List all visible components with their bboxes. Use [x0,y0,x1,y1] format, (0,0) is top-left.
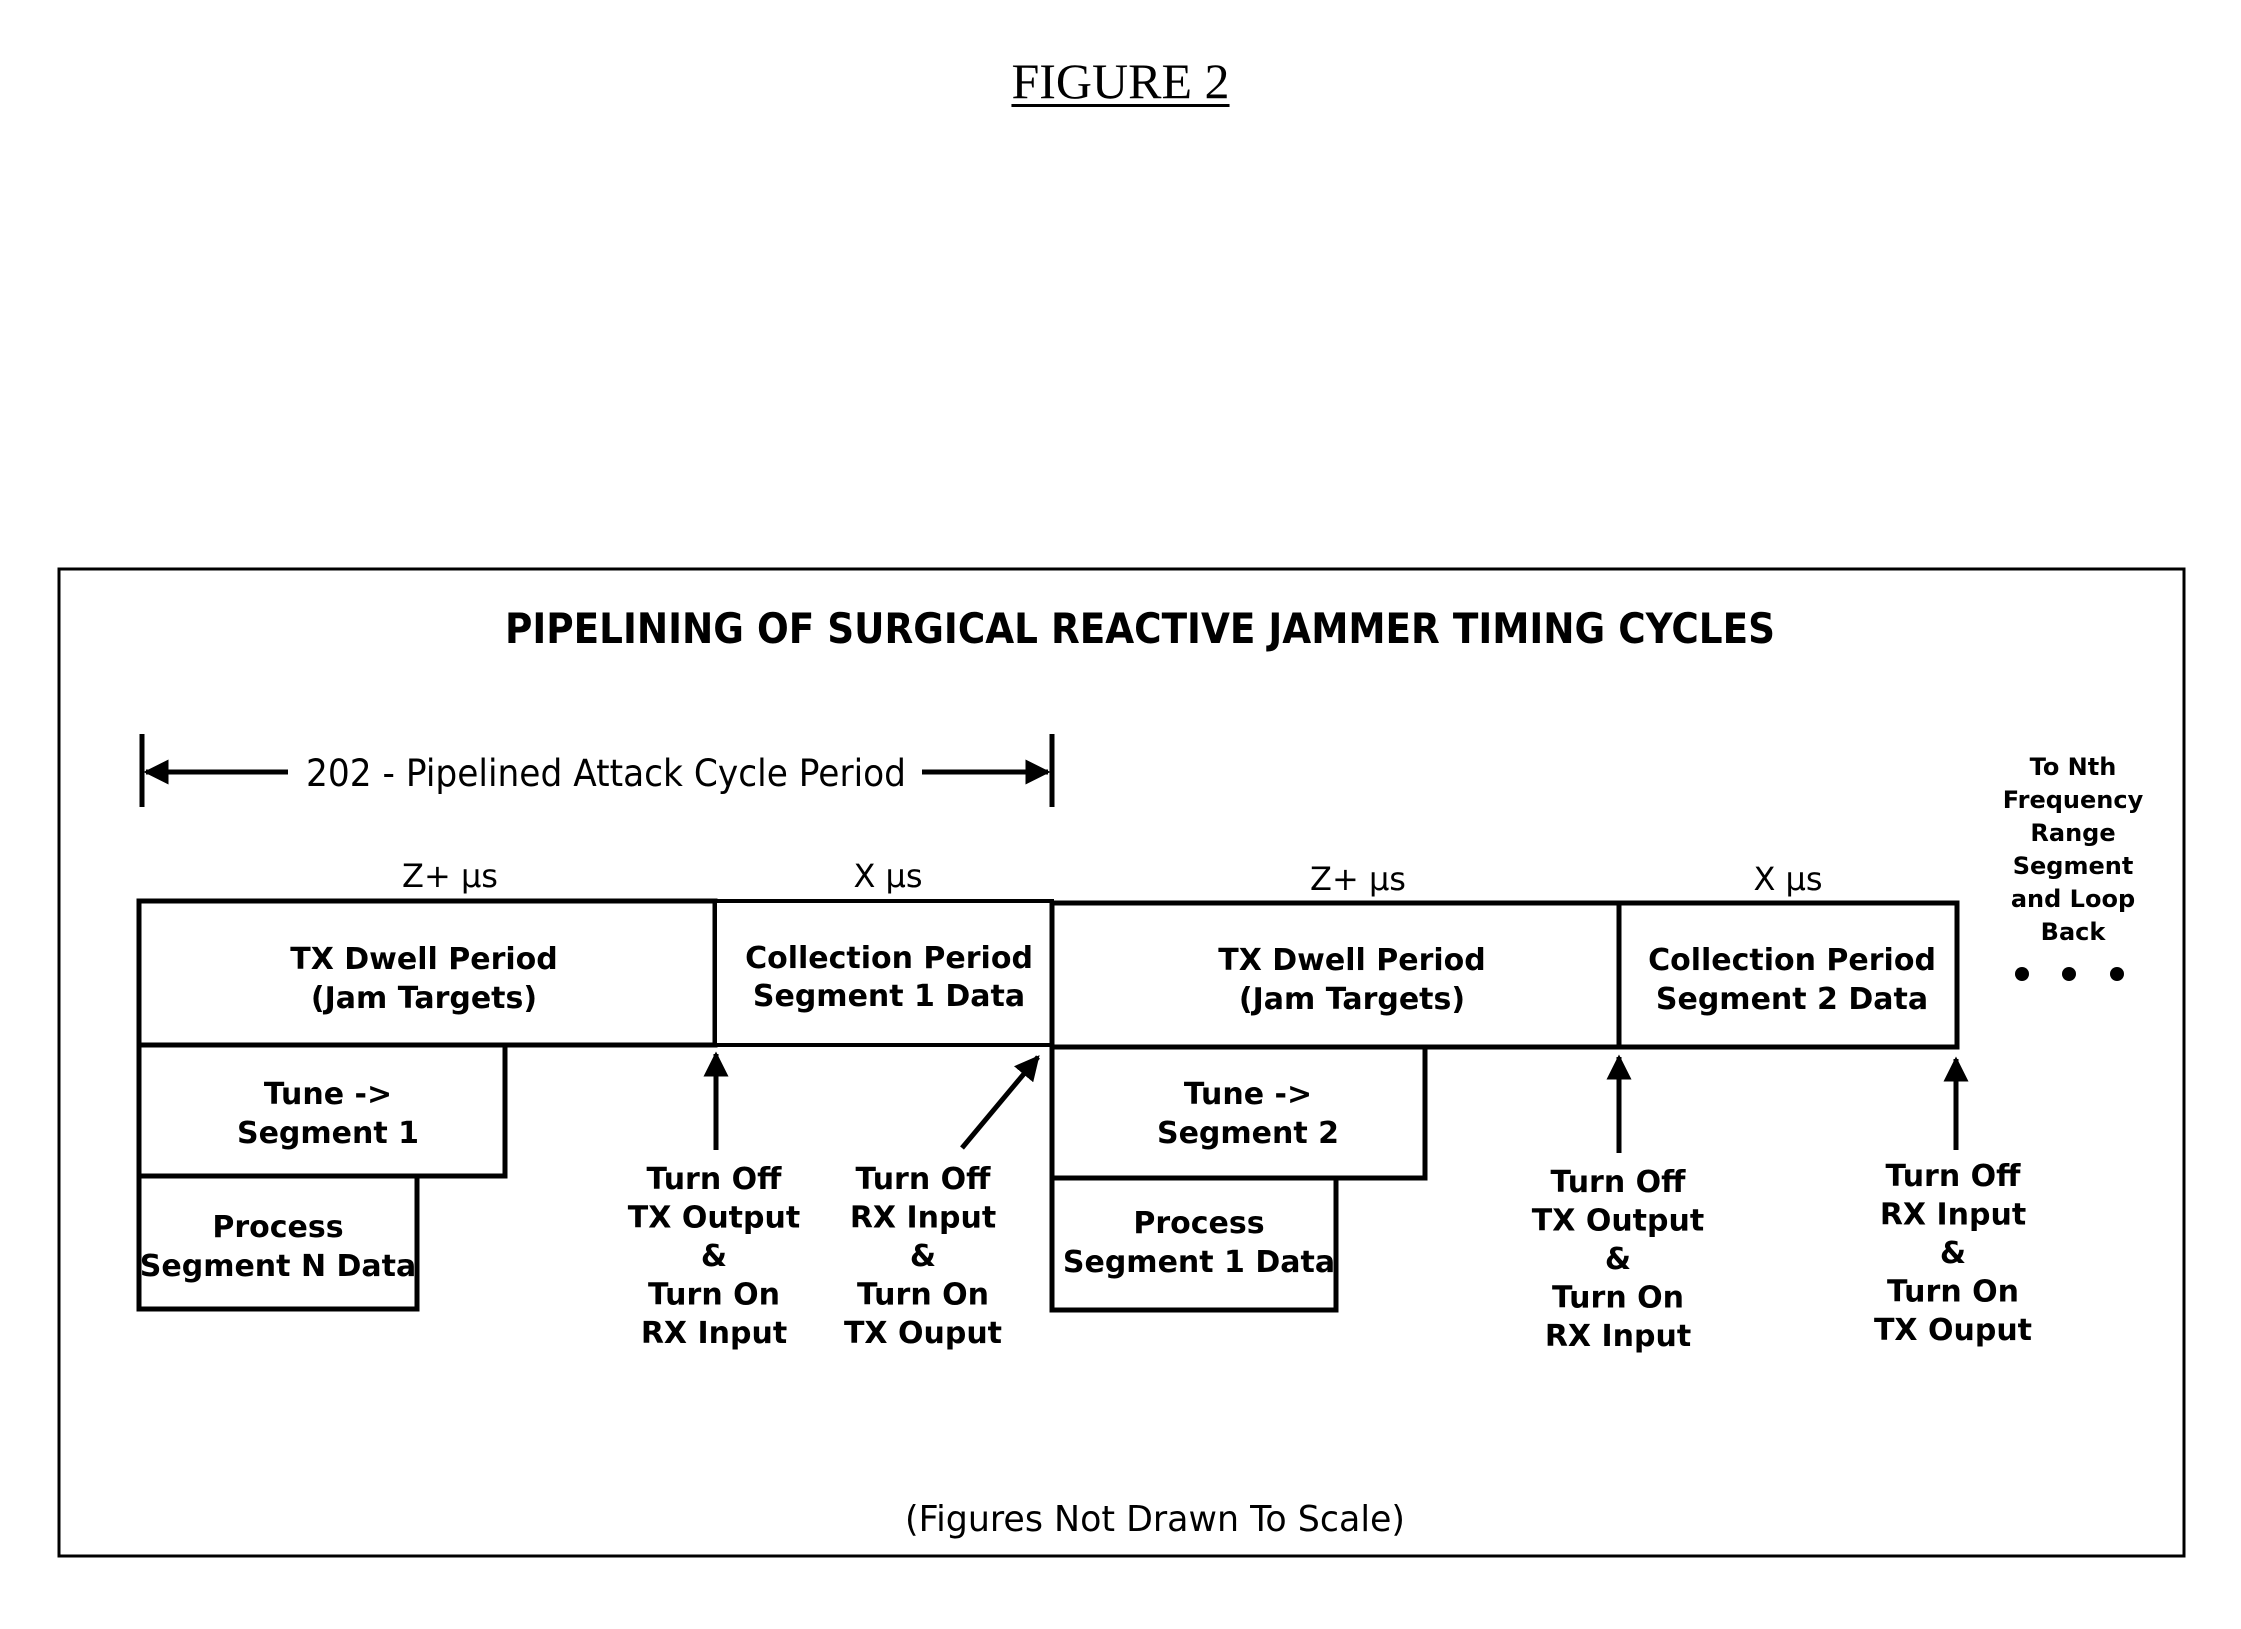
tune-segment-2-line2: Segment 2 [1157,1116,1339,1151]
ellipsis-dots [2015,967,2124,981]
event-label-2: Turn Off RX Input& Turn OnTX Ouput [844,1162,1002,1351]
event-label-3-line: RX Input [1545,1319,1691,1354]
process-segment-1-line1: Process [1133,1206,1264,1241]
process-segment-1-box [1049,1175,1339,1313]
ellipsis-dot [2015,967,2029,981]
event-label-2-line: & [910,1239,936,1274]
timing-diagram: PIPELINING OF SURGICAL REACTIVE JAMMER T… [57,567,2186,1558]
event-label-2-line: Turn Off [856,1162,992,1197]
continuation-note: To Nth Frequency Range Segment and Loop Back [2003,753,2144,946]
process-segment-n-line2: Segment N Data [140,1249,416,1284]
event-label-4-line: TX Ouput [1874,1313,2032,1348]
event-label-4-line: RX Input [1880,1198,2026,1233]
event-label-4-line: Turn Off [1886,1159,2022,1194]
diagram-title: PIPELINING OF SURGICAL REACTIVE JAMMER T… [505,604,1775,653]
event-label-3-line: Turn Off [1551,1165,1687,1200]
event-label-3: Turn Off TX Output& Turn OnRX Input [1532,1165,1704,1354]
sub-box-tune-segment-1: Tune -> Segment 1 [136,1042,508,1179]
tune-segment-2-line1: Tune -> [1184,1077,1312,1112]
tune-segment-1-line1: Tune -> [264,1077,392,1112]
event-2-arrow-icon [960,1055,1040,1150]
event-label-1-line: Turn Off [647,1162,783,1197]
sub-box-tune-segment-2: Tune -> Segment 2 [1049,1044,1428,1181]
event-label-1-line: TX Output [628,1201,800,1236]
event-label-1-line: & [701,1239,727,1274]
event-label-1-line: RX Input [641,1316,787,1351]
segment-tx-dwell-2-line1: TX Dwell Period [1218,943,1486,978]
segment-collection-1-line2: Segment 1 Data [753,979,1025,1014]
event-label-1-line: Turn On [648,1278,780,1313]
process-segment-n-line1: Process [212,1210,343,1245]
timeline-bar: TX Dwell Period (Jam Targets) Collection… [136,898,1960,1050]
segment-collection-1-line1: Collection Period [745,941,1033,976]
process-segment-1-line2: Segment 1 Data [1063,1245,1335,1280]
event-label-4-line: Turn On [1887,1275,2019,1310]
continuation-note-line: and Loop [2011,885,2135,913]
event-label-4-line: & [1940,1236,1966,1271]
tune-segment-1-line2: Segment 1 [237,1116,419,1151]
duration-label-tx2: Z+ µs [1310,860,1406,898]
segment-collection-2-line1: Collection Period [1648,943,1936,978]
event-label-3-line: Turn On [1552,1281,1684,1316]
duration-label-tx1: Z+ µs [402,857,498,895]
event-label-1: Turn Off TX Output& Turn OnRX Input [628,1162,800,1351]
segment-collection-2-line2: Segment 2 Data [1656,982,1928,1017]
cycle-period-dimension: 202 - Pipelined Attack Cycle Period [139,734,1055,807]
event-label-4: Turn Off RX Input& Turn OnTX Ouput [1874,1159,2032,1348]
sub-box-process-segment-1: Process Segment 1 Data [1049,1175,1339,1313]
duration-label-col2: X µs [1753,860,1822,898]
event-label-3-line: & [1605,1242,1631,1277]
event-label-2-line: RX Input [850,1201,996,1236]
tune-segment-2-box [1049,1044,1428,1181]
continuation-note-line: Back [2041,918,2107,946]
continuation-note-line: To Nth [2030,753,2117,781]
event-label-2-line: Turn On [857,1278,989,1313]
footer-note: (Figures Not Drawn To Scale) [905,1499,1405,1540]
ellipsis-dot [2110,967,2124,981]
cycle-period-label: 202 - Pipelined Attack Cycle Period [306,752,906,795]
event-label-3-line: TX Output [1532,1204,1704,1239]
continuation-note-line: Frequency [2003,786,2144,814]
continuation-note-line: Range [2030,819,2115,847]
duration-label-col1: X µs [853,857,922,895]
segment-tx-dwell-2-line2: (Jam Targets) [1239,982,1465,1017]
event-label-2-line: TX Ouput [844,1316,1002,1351]
segment-tx-dwell-1-line2: (Jam Targets) [311,981,537,1016]
sub-box-process-segment-n: Process Segment N Data [136,1173,420,1312]
continuation-note-line: Segment [2013,852,2134,880]
segment-tx-dwell-1-line1: TX Dwell Period [290,942,558,977]
ellipsis-dot [2062,967,2076,981]
